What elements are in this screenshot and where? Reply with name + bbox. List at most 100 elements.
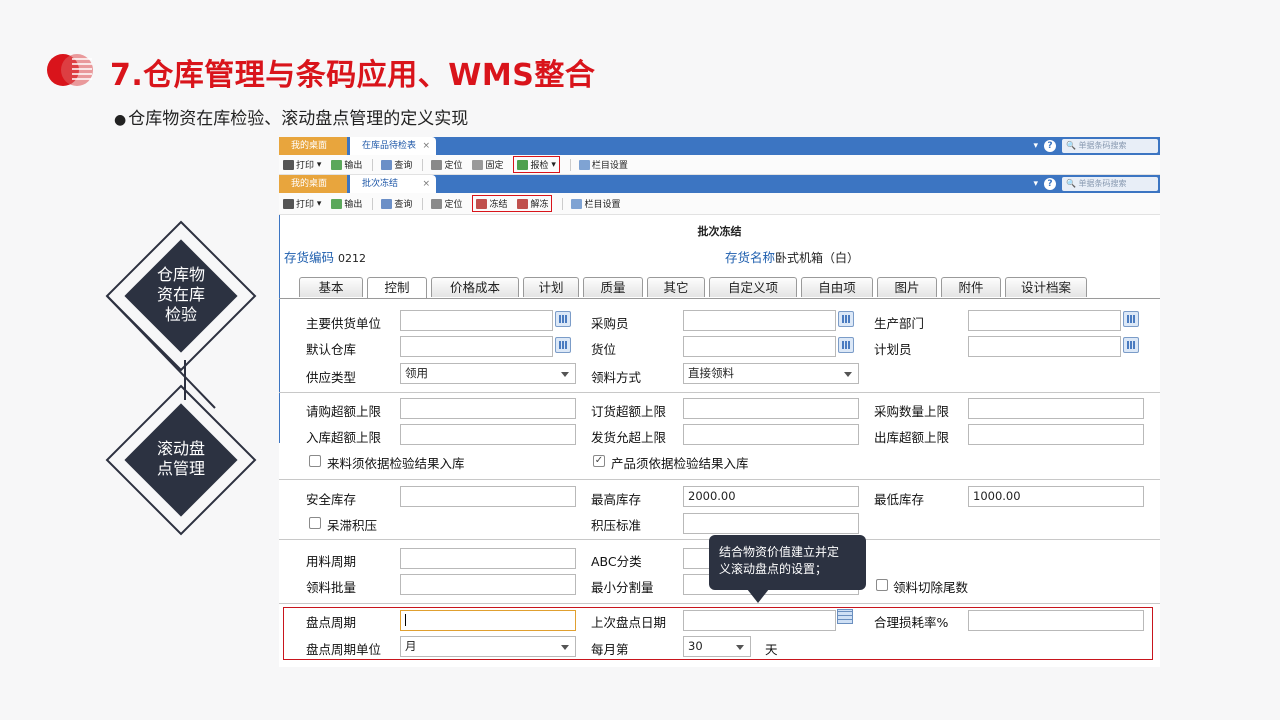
issue-method-select[interactable]: 直接领料 <box>683 363 859 384</box>
diamond2-line2: 点管理 <box>156 459 205 478</box>
export-button[interactable]: 输出 <box>331 158 362 171</box>
search-input[interactable]: 🔍 单据条码搜索 <box>1062 177 1158 191</box>
main-supplier-label: 主要供货单位 <box>306 316 382 331</box>
help-icon[interactable]: ? <box>1044 178 1056 190</box>
lookup-icon[interactable] <box>555 337 571 353</box>
tab-home-1[interactable]: 我的桌面 <box>279 137 347 155</box>
printer-icon <box>283 159 294 170</box>
min-stock-field[interactable]: 1000.00 <box>968 486 1144 507</box>
app-window: 我的桌面 在库品待检表 × ▾ ? 🔍 单据条码搜索 打印 ▾ 输出 查询 定位… <box>279 137 1160 667</box>
print-button[interactable]: 打印 ▾ <box>283 158 321 171</box>
locate-button[interactable]: 定位 <box>431 158 462 171</box>
issue-batch-label: 领料批量 <box>306 580 357 595</box>
bullet-dot-icon: ● <box>114 112 127 128</box>
production-dept-field[interactable] <box>968 310 1121 331</box>
main-supplier-field[interactable] <box>400 310 553 331</box>
in-over-field[interactable] <box>400 424 576 445</box>
tab-other[interactable]: 其它 <box>647 277 705 297</box>
requisition-over-field[interactable] <box>400 398 576 419</box>
print-button[interactable]: 打印 ▾ <box>283 197 321 210</box>
planner-field[interactable] <box>968 336 1121 357</box>
brand-logo-icon <box>47 54 93 86</box>
purchase-qty-max-field[interactable] <box>968 398 1144 419</box>
max-stock-field[interactable]: 2000.00 <box>683 486 859 507</box>
issue-batch-field[interactable] <box>400 574 576 595</box>
production-dept-label: 生产部门 <box>874 316 925 331</box>
tab-pending-inspection-label: 在库品待检表 <box>362 141 417 151</box>
freeze-button[interactable]: 冻结 <box>476 197 507 210</box>
ship-over-field[interactable] <box>683 424 859 445</box>
chevron-down-icon[interactable]: ▾ <box>1033 141 1038 151</box>
supply-type-select[interactable]: 领用 <box>400 363 576 384</box>
order-over-field[interactable] <box>683 398 859 419</box>
query-button[interactable]: 查询 <box>381 158 412 171</box>
tab-quality[interactable]: 质量 <box>583 277 643 297</box>
locate-button[interactable]: 定位 <box>431 197 462 210</box>
safety-stock-field[interactable] <box>400 486 576 507</box>
inventory-code-label: 存货编码 <box>284 250 335 265</box>
freeze-group: 冻结 解冻 <box>472 195 553 212</box>
column-settings-button[interactable]: 栏目设置 <box>578 158 628 171</box>
tab-price-cost[interactable]: 价格成本 <box>431 277 519 297</box>
column-settings-button[interactable]: 栏目设置 <box>571 197 621 210</box>
tab-batch-freeze[interactable]: 批次冻结 × <box>350 175 436 193</box>
min-stock-label: 最低库存 <box>874 492 925 507</box>
min-split-label: 最小分割量 <box>591 580 654 595</box>
tab-pending-inspection[interactable]: 在库品待检表 × <box>350 137 436 155</box>
help-icon[interactable]: ? <box>1044 140 1056 152</box>
product-inspect-checkbox[interactable]: ✓ <box>593 455 605 467</box>
section-divider <box>279 603 1160 604</box>
inspect-label: 报检 <box>530 161 549 171</box>
ship-over-label: 发货允超上限 <box>591 430 667 445</box>
unlock-icon <box>517 198 529 209</box>
default-warehouse-field[interactable] <box>400 336 553 357</box>
search-input[interactable]: 🔍 单据条码搜索 <box>1062 139 1158 153</box>
tab-custom-items[interactable]: 自定义项 <box>709 277 797 297</box>
usage-period-field[interactable] <box>400 548 576 569</box>
issue-method-value: 直接领料 <box>688 366 734 380</box>
tab-home-2[interactable]: 我的桌面 <box>279 175 347 193</box>
stagnant-checkbox[interactable] <box>309 517 321 529</box>
diamond2-line1: 滚动盘 <box>156 439 205 458</box>
buyer-field[interactable] <box>683 310 836 331</box>
tab-free-items[interactable]: 自由项 <box>801 277 873 297</box>
chevron-down-icon[interactable]: ▾ <box>1033 179 1038 189</box>
pin-button[interactable]: 固定 <box>472 158 503 171</box>
lookup-icon[interactable] <box>1123 311 1139 327</box>
tab-attachments[interactable]: 附件 <box>941 277 1001 297</box>
location-field[interactable] <box>683 336 836 357</box>
supply-type-value: 领用 <box>405 366 428 380</box>
tab-design-archive[interactable]: 设计档案 <box>1005 277 1087 297</box>
unfreeze-button[interactable]: 解冻 <box>517 197 548 210</box>
bullet-text: ● 仓库物资在库检验、滚动盘点管理的定义实现 <box>114 104 468 129</box>
tab-basic[interactable]: 基本 <box>299 277 363 297</box>
close-icon[interactable]: × <box>422 137 430 155</box>
tab-control[interactable]: 控制 <box>367 277 427 299</box>
print-label: 打印 <box>296 161 315 171</box>
query-icon <box>381 198 393 209</box>
close-icon[interactable]: × <box>422 175 430 193</box>
separator <box>372 158 374 171</box>
incoming-inspect-checkbox[interactable] <box>309 455 321 467</box>
tab-plan[interactable]: 计划 <box>523 277 579 297</box>
export-button[interactable]: 输出 <box>331 197 362 210</box>
cut-tail-checkbox[interactable] <box>876 579 888 591</box>
tabbar-1: 我的桌面 在库品待检表 × ▾ ? 🔍 单据条码搜索 <box>279 137 1160 155</box>
lookup-icon[interactable] <box>838 337 854 353</box>
search-placeholder: 单据条码搜索 <box>1078 141 1127 150</box>
press-std-field[interactable] <box>683 513 859 534</box>
printer-icon <box>283 198 294 209</box>
highlight-frame <box>283 607 1153 660</box>
tab-images[interactable]: 图片 <box>877 277 937 297</box>
slide-title: 7.仓库管理与条码应用、WMS整合 <box>110 58 596 93</box>
press-std-label: 积压标准 <box>591 518 642 533</box>
lookup-icon[interactable] <box>838 311 854 327</box>
query-label: 查询 <box>394 200 413 210</box>
lookup-icon[interactable] <box>555 311 571 327</box>
cut-tail-label: 领料切除尾数 <box>893 580 969 595</box>
form-title: 批次冻结 <box>697 225 742 238</box>
lookup-icon[interactable] <box>1123 337 1139 353</box>
inspect-button[interactable]: 报检 ▾ <box>513 156 560 173</box>
out-over-field[interactable] <box>968 424 1144 445</box>
query-button[interactable]: 查询 <box>381 197 412 210</box>
